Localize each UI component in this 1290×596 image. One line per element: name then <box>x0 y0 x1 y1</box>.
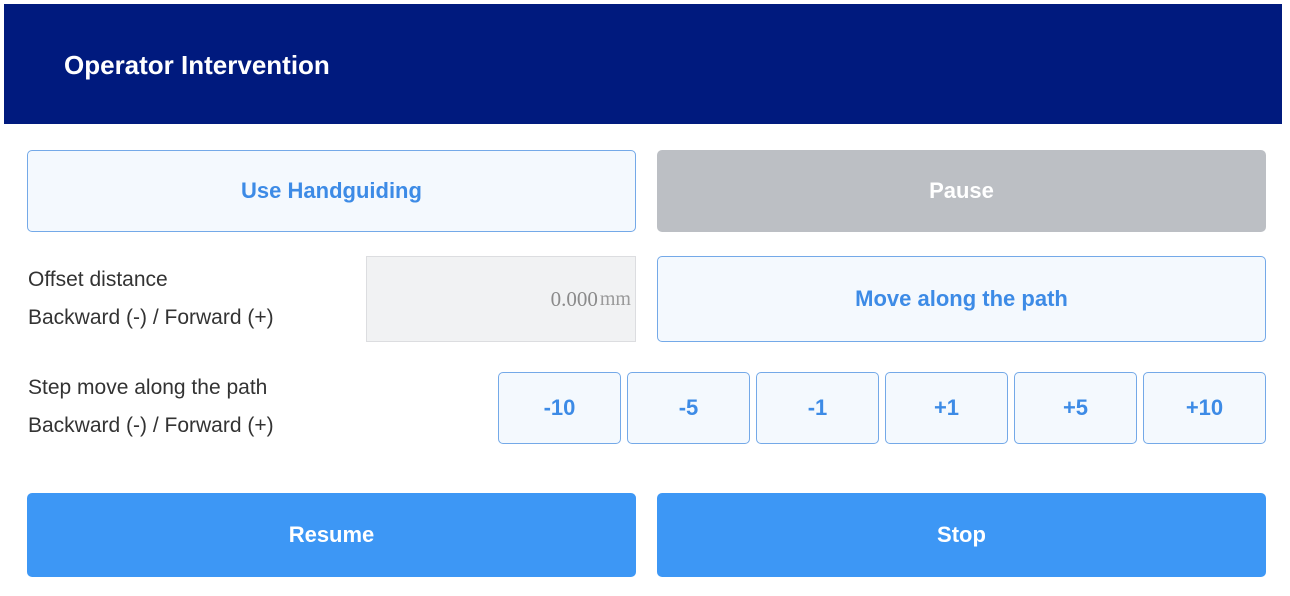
step-move-title: Step move along the path <box>28 376 268 399</box>
step-minus-1-label: -1 <box>807 395 828 420</box>
dialog-header: Operator Intervention <box>4 4 1282 124</box>
move-along-path-button[interactable]: Move along the path <box>657 256 1266 342</box>
step-plus-5-button[interactable]: +5 <box>1014 372 1137 444</box>
use-handguiding-button[interactable]: Use Handguiding <box>27 150 636 232</box>
offset-distance-label: Offset distance Backward (-) / Forward (… <box>28 261 274 337</box>
offset-distance-input[interactable]: 0.000 mm <box>366 256 636 342</box>
resume-button[interactable]: Resume <box>27 493 636 577</box>
pause-label: Pause <box>929 178 994 203</box>
step-move-label: Step move along the path Backward (-) / … <box>28 369 274 445</box>
step-plus-10-button[interactable]: +10 <box>1143 372 1266 444</box>
resume-label: Resume <box>288 522 375 547</box>
offset-distance-unit: mm <box>599 287 631 310</box>
step-minus-5-label: -5 <box>678 395 699 420</box>
move-along-path-label: Move along the path <box>855 286 1068 311</box>
dialog-title: Operator Intervention <box>64 50 330 80</box>
use-handguiding-label: Use Handguiding <box>241 178 422 203</box>
step-plus-1-button[interactable]: +1 <box>885 372 1008 444</box>
stop-label: Stop <box>937 522 986 547</box>
step-plus-1-label: +1 <box>933 395 960 420</box>
offset-distance-title: Offset distance <box>28 268 168 291</box>
offset-distance-value: 0.000 <box>550 286 598 311</box>
step-plus-10-label: +10 <box>1185 395 1224 420</box>
step-minus-10-button[interactable]: -10 <box>498 372 621 444</box>
step-minus-10-label: -10 <box>543 395 576 420</box>
step-direction-hint: Backward (-) / Forward (+) <box>28 414 274 437</box>
operator-intervention-dialog: Operator Intervention Use Handguiding Pa… <box>4 4 1286 594</box>
stop-button[interactable]: Stop <box>657 493 1266 577</box>
pause-button[interactable]: Pause <box>657 150 1266 232</box>
offset-direction-hint: Backward (-) / Forward (+) <box>28 306 274 329</box>
step-plus-5-label: +5 <box>1062 395 1089 420</box>
step-minus-1-button[interactable]: -1 <box>756 372 879 444</box>
step-minus-5-button[interactable]: -5 <box>627 372 750 444</box>
